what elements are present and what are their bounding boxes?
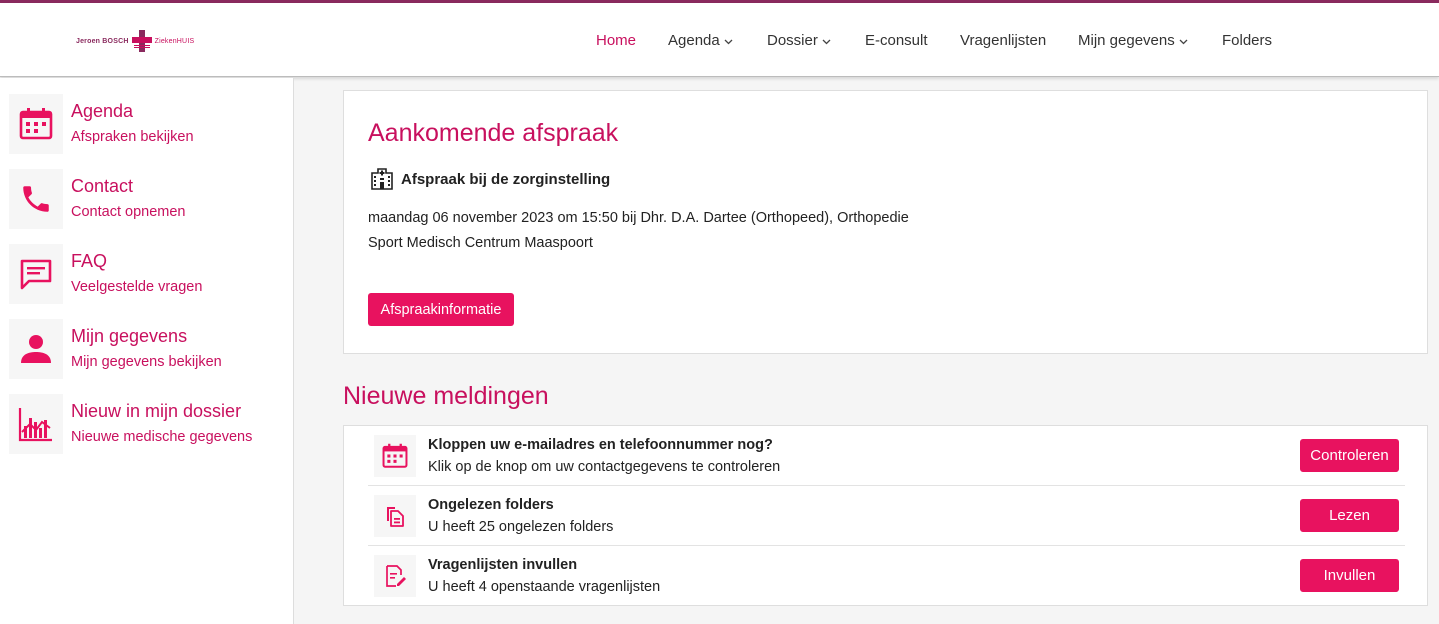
documents-icon (374, 495, 416, 537)
sidebar-item-subtitle: Veelgestelde vragen (71, 279, 203, 295)
notification-heading: Kloppen uw e-mailadres en telefoonnummer… (428, 437, 773, 453)
sidebar-item-subtitle: Contact opnemen (71, 204, 186, 220)
nav-e-consult[interactable]: E-consult (865, 32, 928, 49)
sidebar-item-title: FAQ (71, 251, 108, 271)
person-icon (9, 319, 63, 379)
nav-home-label: Home (596, 32, 637, 49)
notifications-card: Kloppen uw e-mailadres en telefoonnummer… (343, 425, 1428, 606)
header: Jeroen BOSCH ZiekenHUIS Home Agenda Doss… (0, 3, 1439, 77)
sidebar: Agenda Afspraken bekijken Contact Contac… (0, 78, 294, 624)
sidebar-item-contact[interactable]: Contact Contact opnemen (9, 169, 289, 229)
nav-vragenlijsten[interactable]: Vragenlijsten (960, 32, 1046, 49)
sidebar-item-title: Mijn gegevens (71, 326, 188, 346)
notifications-title: Nieuwe meldingen (343, 382, 549, 410)
phone-icon (9, 169, 63, 229)
form-edit-icon (374, 555, 416, 597)
appointment-card: Aankomende afspraak Afspraak bij de zorg… (343, 90, 1428, 354)
logo-text-right: ZiekenHUIS (154, 37, 195, 45)
nav-agenda[interactable]: Agenda (668, 32, 733, 49)
notification-heading: Ongelezen folders (428, 497, 554, 513)
sidebar-item-title: Agenda (71, 101, 134, 121)
sidebar-item-title: Nieuw in mijn dossier (71, 401, 242, 421)
controleren-button[interactable]: Controleren (1300, 439, 1399, 472)
nav-agenda-label: Agenda (668, 32, 720, 49)
nav-e-consult-label: E-consult (865, 32, 928, 49)
notification-heading: Vragenlijsten invullen (428, 557, 578, 573)
sidebar-item-mijn-gegevens[interactable]: Mijn gegevens Mijn gegevens bekijken (9, 319, 289, 379)
sidebar-item-subtitle: Afspraken bekijken (71, 129, 194, 145)
list-item: Vragenlijsten invullen U heeft 4 opensta… (368, 546, 1405, 606)
appointment-datetime: maandag 06 november 2023 om 15:50 bij Dh… (368, 210, 909, 226)
appointment-subtitle-row: Afspraak bij de zorginstelling (370, 167, 610, 191)
list-item: Kloppen uw e-mailadres en telefoonnummer… (368, 426, 1405, 486)
calendar-icon (374, 435, 416, 477)
notification-description: Klik op de knop om uw contactgegevens te… (428, 459, 781, 475)
logo-text-left: Jeroen BOSCH (76, 37, 129, 45)
chat-icon (9, 244, 63, 304)
calendar-icon (9, 94, 63, 154)
chart-icon (9, 394, 63, 454)
sidebar-item-subtitle: Nieuwe medische gegevens (71, 429, 253, 445)
nav-folders-label: Folders (1222, 32, 1273, 49)
sidebar-item-agenda[interactable]: Agenda Afspraken bekijken (9, 94, 289, 154)
appointment-info-button[interactable]: Afspraakinformatie (368, 293, 514, 326)
sidebar-item-title: Contact (71, 176, 134, 196)
sidebar-item-nieuw-in-dossier[interactable]: Nieuw in mijn dossier Nieuwe medische ge… (9, 394, 289, 454)
nav-vragenlijsten-label: Vragenlijsten (960, 32, 1047, 49)
appointment-title: Aankomende afspraak (368, 119, 619, 147)
sidebar-item-faq[interactable]: FAQ Veelgestelde vragen (9, 244, 289, 304)
nav-dossier-label: Dossier (767, 32, 818, 49)
hospital-logo[interactable]: Jeroen BOSCH ZiekenHUIS (76, 28, 194, 54)
nav-folders[interactable]: Folders (1222, 32, 1272, 49)
appointment-location: Sport Medisch Centrum Maaspoort (368, 235, 593, 251)
nav-mijn-gegevens-label: Mijn gegevens (1078, 32, 1175, 49)
nav-dossier[interactable]: Dossier (767, 32, 831, 49)
hospital-icon (371, 168, 393, 190)
logo-cross-icon (131, 30, 152, 52)
notification-description: U heeft 4 openstaande vragenlijsten (428, 579, 661, 595)
notification-description: U heeft 25 ongelezen folders (428, 519, 614, 535)
nav-mijn-gegevens[interactable]: Mijn gegevens (1078, 32, 1188, 49)
list-item: Ongelezen folders U heeft 25 ongelezen f… (368, 486, 1405, 546)
nav-home[interactable]: Home (596, 32, 636, 49)
chevron-down-icon (724, 39, 733, 44)
chevron-down-icon (822, 39, 831, 44)
appointment-subtitle: Afspraak bij de zorginstelling (401, 170, 611, 188)
lezen-button[interactable]: Lezen (1300, 499, 1399, 532)
sidebar-item-subtitle: Mijn gegevens bekijken (71, 354, 222, 370)
invullen-button[interactable]: Invullen (1300, 559, 1399, 592)
chevron-down-icon (1179, 39, 1188, 44)
